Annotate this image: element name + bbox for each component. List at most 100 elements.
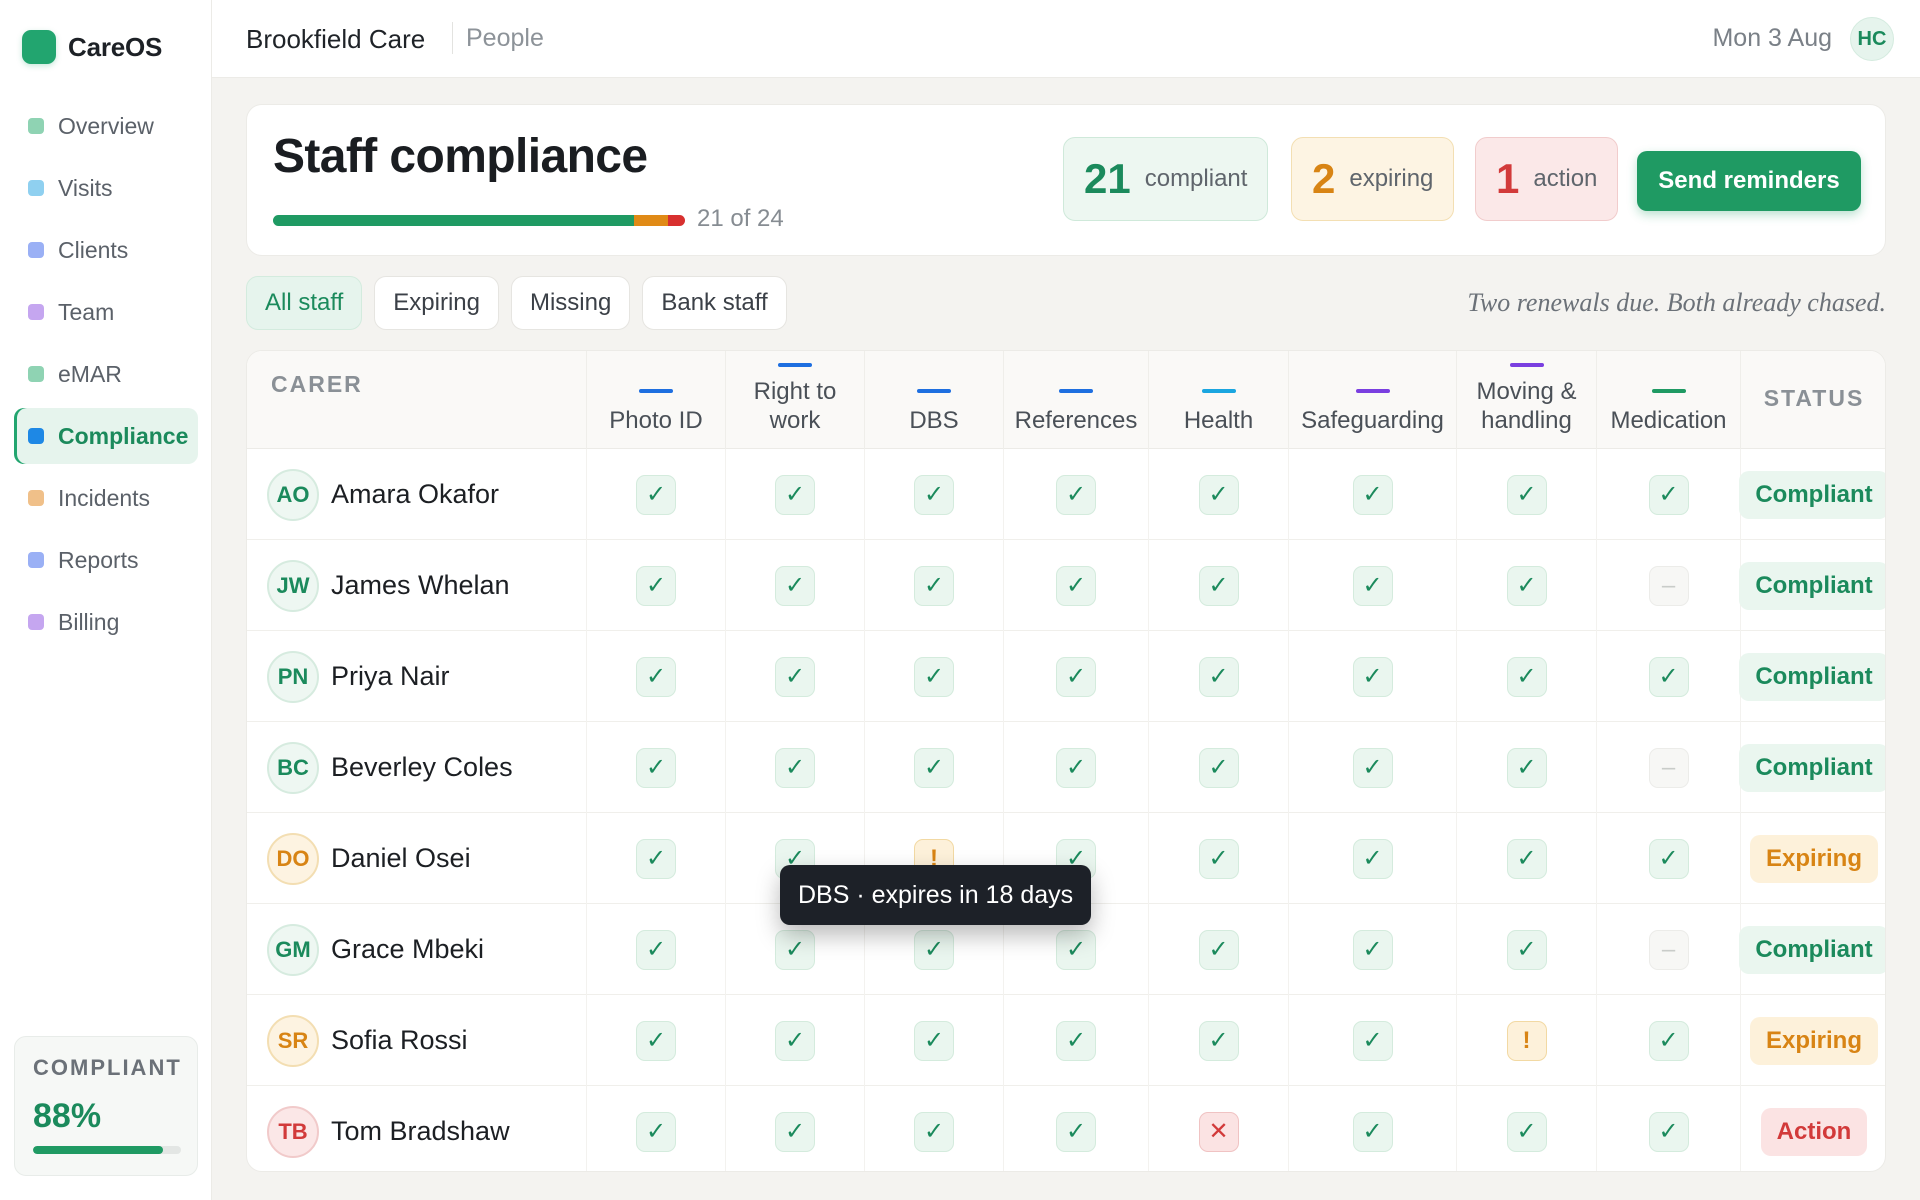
check-cell-dbs[interactable]: ✓: [865, 995, 1004, 1086]
check-cell-health[interactable]: ✓: [1149, 813, 1289, 904]
stat-expiring[interactable]: 2 expiring: [1291, 137, 1455, 221]
table-row[interactable]: PN Priya Nair ✓ ✓ ✓ ✓ ✓ ✓ ✓ ✓ Compliant: [247, 631, 1885, 722]
sidebar-item-overview[interactable]: Overview: [14, 98, 198, 154]
check-cell-safeguarding[interactable]: ✓: [1289, 904, 1457, 995]
check-cell-references[interactable]: ✓: [1004, 631, 1149, 722]
check-cell-moving-handling[interactable]: ✓: [1457, 904, 1597, 995]
check-cell-right-to-work[interactable]: ✓: [726, 631, 865, 722]
check-cell-dbs[interactable]: ✓: [865, 449, 1004, 540]
check-cell-medication[interactable]: –: [1597, 540, 1741, 631]
check-cell-health[interactable]: ✓: [1149, 722, 1289, 813]
check-cell-references[interactable]: ✓: [1004, 449, 1149, 540]
check-cell-references[interactable]: ✓: [1004, 995, 1149, 1086]
sidebar-item-emar[interactable]: eMAR: [14, 346, 198, 402]
sidebar-item-reports[interactable]: Reports: [14, 532, 198, 588]
check-cell-dbs[interactable]: ✓: [865, 722, 1004, 813]
carer-cell[interactable]: AO Amara Okafor: [247, 449, 587, 540]
check-cell-moving-handling[interactable]: ✓: [1457, 540, 1597, 631]
table-row[interactable]: BC Beverley Coles ✓ ✓ ✓ ✓ ✓ ✓ ✓ – Compliant: [247, 722, 1885, 813]
check-cell-medication[interactable]: ✓: [1597, 813, 1741, 904]
breadcrumb-org[interactable]: Brookfield Care: [246, 24, 425, 55]
column-header-carer[interactable]: CARER: [247, 351, 587, 449]
sidebar-item-billing[interactable]: Billing: [14, 594, 198, 650]
check-cell-right-to-work[interactable]: ✓: [726, 995, 865, 1086]
check-cell-safeguarding[interactable]: ✓: [1289, 631, 1457, 722]
sidebar-item-clients[interactable]: Clients: [14, 222, 198, 278]
table-row[interactable]: TB Tom Bradshaw ✓ ✓ ✓ ✓ ✕ ✓ ✓ ✓ Action: [247, 1086, 1885, 1171]
carer-cell[interactable]: JW James Whelan: [247, 540, 587, 631]
column-header-medication[interactable]: Medication: [1597, 351, 1741, 449]
sidebar-item-incidents[interactable]: Incidents: [14, 470, 198, 526]
send-reminders-button[interactable]: Send reminders: [1637, 151, 1861, 211]
carer-cell[interactable]: BC Beverley Coles: [247, 722, 587, 813]
check-cell-right-to-work[interactable]: ✓: [726, 540, 865, 631]
table-row[interactable]: SR Sofia Rossi ✓ ✓ ✓ ✓ ✓ ✓! ✓ Expiring: [247, 995, 1885, 1086]
column-header-health[interactable]: Health: [1149, 351, 1289, 449]
brand[interactable]: CareOS: [22, 30, 162, 64]
sidebar-item-team[interactable]: Team: [14, 284, 198, 340]
check-cell-right-to-work[interactable]: ✓: [726, 722, 865, 813]
user-avatar[interactable]: HC: [1850, 17, 1894, 61]
check-cell-photo-id[interactable]: ✓: [587, 904, 726, 995]
check-cell-photo-id[interactable]: ✓: [587, 722, 726, 813]
carer-cell[interactable]: DO Daniel Osei: [247, 813, 587, 904]
check-cell-moving-handling[interactable]: ✓: [1457, 813, 1597, 904]
check-cell-health[interactable]: ✓: [1149, 449, 1289, 540]
column-header-safeguarding[interactable]: Safeguarding: [1289, 351, 1457, 449]
filter-chip-expiring[interactable]: Expiring: [374, 276, 499, 330]
check-cell-moving-handling[interactable]: ✓: [1457, 631, 1597, 722]
check-cell-safeguarding[interactable]: ✓: [1289, 995, 1457, 1086]
check-cell-dbs[interactable]: ✓: [865, 540, 1004, 631]
check-cell-photo-id[interactable]: ✓: [587, 1086, 726, 1171]
table-row[interactable]: JW James Whelan ✓ ✓ ✓ ✓ ✓ ✓ ✓ – Compliant: [247, 540, 1885, 631]
stat-compliant[interactable]: 21 compliant: [1063, 137, 1269, 221]
check-cell-moving-handling[interactable]: !: [1457, 995, 1597, 1086]
check-cell-moving-handling[interactable]: ✓: [1457, 722, 1597, 813]
check-cell-references[interactable]: ✓: [1004, 1086, 1149, 1171]
check-cell-medication[interactable]: –: [1597, 904, 1741, 995]
check-cell-references[interactable]: ✓: [1004, 540, 1149, 631]
sidebar-item-compliance[interactable]: Compliance: [14, 408, 198, 464]
check-cell-safeguarding[interactable]: ✓: [1289, 449, 1457, 540]
check-cell-health[interactable]: ✓: [1149, 540, 1289, 631]
check-cell-health[interactable]: ✓: [1149, 631, 1289, 722]
check-cell-health[interactable]: ✓: [1149, 995, 1289, 1086]
column-header-photo-id[interactable]: Photo ID: [587, 351, 726, 449]
carer-cell[interactable]: GM Grace Mbeki: [247, 904, 587, 995]
check-cell-photo-id[interactable]: ✓: [587, 631, 726, 722]
check-cell-dbs[interactable]: ✓: [865, 1086, 1004, 1171]
table-row[interactable]: AO Amara Okafor ✓ ✓ ✓ ✓ ✓ ✓ ✓ ✓ Compliant: [247, 449, 1885, 540]
carer-cell[interactable]: SR Sofia Rossi: [247, 995, 587, 1086]
check-cell-medication[interactable]: ✓: [1597, 1086, 1741, 1171]
column-header-dbs[interactable]: DBS: [865, 351, 1004, 449]
breadcrumb-page[interactable]: People: [466, 24, 544, 53]
check-cell-moving-handling[interactable]: ✓: [1457, 449, 1597, 540]
check-cell-right-to-work[interactable]: ✓: [726, 449, 865, 540]
check-cell-safeguarding[interactable]: ✓: [1289, 722, 1457, 813]
check-cell-safeguarding[interactable]: ✓: [1289, 1086, 1457, 1171]
check-cell-photo-id[interactable]: ✓: [587, 540, 726, 631]
check-cell-medication[interactable]: ✓: [1597, 995, 1741, 1086]
column-header-right-to-work[interactable]: Right to work: [726, 351, 865, 449]
filter-chip-all-staff[interactable]: All staff: [246, 276, 363, 330]
column-header-status[interactable]: STATUS: [1741, 351, 1885, 449]
column-header-references[interactable]: References: [1004, 351, 1149, 449]
filter-chip-missing[interactable]: Missing: [510, 276, 631, 330]
carer-cell[interactable]: TB Tom Bradshaw: [247, 1086, 587, 1171]
check-cell-photo-id[interactable]: ✓: [587, 813, 726, 904]
check-cell-medication[interactable]: ✓: [1597, 449, 1741, 540]
check-cell-moving-handling[interactable]: ✓: [1457, 1086, 1597, 1171]
check-cell-safeguarding[interactable]: ✓: [1289, 813, 1457, 904]
filter-chip-bank-staff[interactable]: Bank staff: [642, 276, 787, 330]
check-cell-photo-id[interactable]: ✓: [587, 995, 726, 1086]
check-cell-photo-id[interactable]: ✓: [587, 449, 726, 540]
check-cell-medication[interactable]: –: [1597, 722, 1741, 813]
check-cell-dbs[interactable]: ✓: [865, 631, 1004, 722]
check-cell-medication[interactable]: ✓: [1597, 631, 1741, 722]
check-cell-safeguarding[interactable]: ✓: [1289, 540, 1457, 631]
check-cell-right-to-work[interactable]: ✓: [726, 1086, 865, 1171]
carer-cell[interactable]: PN Priya Nair: [247, 631, 587, 722]
check-cell-references[interactable]: ✓: [1004, 722, 1149, 813]
check-cell-health[interactable]: ✓: [1149, 904, 1289, 995]
column-header-moving-handling[interactable]: Moving & handling: [1457, 351, 1597, 449]
